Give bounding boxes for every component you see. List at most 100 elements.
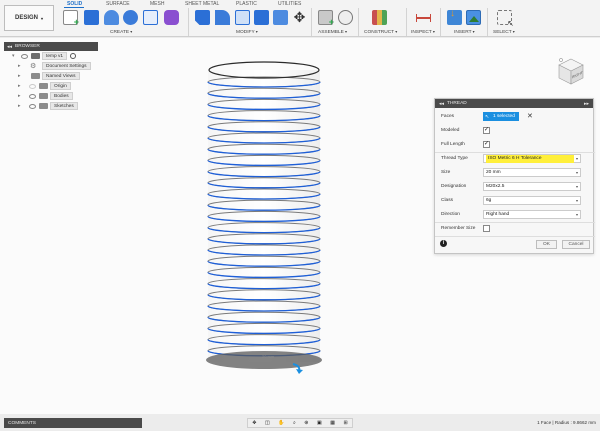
tree-item-label: Named Views: [42, 72, 80, 80]
offset-plane-icon[interactable]: [372, 10, 387, 25]
info-icon[interactable]: i: [440, 240, 447, 247]
pan-icon[interactable]: ✋: [278, 420, 284, 426]
sweep-icon[interactable]: [143, 10, 158, 25]
caret-down-icon[interactable]: ▾: [12, 53, 15, 59]
create-sketch-icon[interactable]: +: [63, 10, 79, 27]
insert-derive-icon[interactable]: ↓: [447, 8, 462, 25]
tree-item-origin[interactable]: ▸ Origin: [4, 81, 98, 91]
tab-mesh[interactable]: MESH: [150, 1, 164, 7]
faces-selection-button[interactable]: ↖ 1 selected: [483, 112, 519, 121]
faces-row: Faces ↖ 1 selected ✕: [435, 111, 595, 123]
activate-radio-icon[interactable]: [70, 53, 76, 59]
insert-group-label[interactable]: INSERT: [454, 29, 475, 35]
fillet-icon[interactable]: [215, 10, 230, 25]
chevron-down-icon: ▾: [575, 170, 578, 175]
thread-type-row: Thread Type ISO Metric 6 H Tolerance ▾: [435, 153, 595, 165]
viewports-icon[interactable]: ⊞: [344, 420, 348, 426]
fit-icon[interactable]: ⊕: [304, 420, 308, 426]
designation-row: Designation M20x2.5 ▾: [435, 181, 595, 193]
remember-size-checkbox[interactable]: [483, 225, 490, 232]
caret-right-icon[interactable]: ▸: [18, 103, 21, 109]
folder-icon: [39, 103, 48, 109]
new-component-icon[interactable]: +: [318, 10, 334, 27]
grid-settings-icon[interactable]: ▦: [330, 420, 335, 426]
orbit-icon[interactable]: ✥: [252, 420, 256, 426]
form-icon[interactable]: [164, 10, 179, 25]
folder-icon: [31, 73, 40, 79]
remember-size-row: Remember Size: [435, 223, 595, 235]
tree-item-sketches[interactable]: ▸ Sketches: [4, 101, 98, 111]
visibility-eye-icon[interactable]: [29, 93, 36, 99]
document-icon: [31, 53, 40, 59]
press-pull-icon[interactable]: [195, 10, 210, 25]
toolbar-divider: [440, 8, 441, 36]
tab-utilities[interactable]: UTILITIES: [278, 1, 301, 7]
full-length-checkbox[interactable]: ✓: [483, 141, 490, 148]
zoom-icon[interactable]: ⌕: [293, 420, 296, 426]
joint-icon[interactable]: [338, 10, 353, 25]
clear-selection-icon[interactable]: ✕: [527, 112, 533, 120]
viewcube[interactable]: RIGHT: [556, 56, 586, 86]
display-settings-icon[interactable]: ▣: [317, 420, 322, 426]
comments-panel[interactable]: COMMENTS: [4, 418, 142, 428]
scale-icon[interactable]: [273, 10, 288, 25]
modeled-row: Modeled ✓: [435, 125, 595, 137]
tab-plastic[interactable]: PLASTIC: [236, 1, 257, 7]
caret-right-icon[interactable]: ▸: [18, 93, 21, 99]
thread-dialog-header[interactable]: ◂◂ THREAD ▸▸: [435, 99, 593, 108]
measure-icon[interactable]: [416, 10, 431, 25]
hole-icon[interactable]: [123, 10, 138, 25]
designation-select[interactable]: M20x2.5 ▾: [483, 182, 581, 191]
thread-type-select[interactable]: ISO Metric 6 H Tolerance ▾: [483, 154, 581, 163]
extrude-icon[interactable]: [84, 10, 99, 25]
select-group-label[interactable]: SELECT: [493, 29, 515, 35]
insert-canvas-icon[interactable]: [466, 10, 481, 25]
caret-right-icon[interactable]: ▸: [18, 83, 21, 89]
collapse-icon[interactable]: ◂◂: [439, 101, 444, 107]
folder-icon: [39, 83, 48, 89]
radius-handle-arrow[interactable]: [296, 369, 303, 374]
tab-sheet-metal[interactable]: SHEET METAL: [185, 1, 219, 7]
active-tab-indicator: [64, 7, 84, 8]
visibility-eye-icon[interactable]: [21, 53, 28, 59]
direction-label: Direction: [441, 212, 460, 217]
size-select[interactable]: 20 mm ▾: [483, 168, 581, 177]
browser-header[interactable]: ◂◂ BROWSER: [4, 42, 98, 51]
visibility-eye-icon[interactable]: [29, 103, 36, 109]
select-icon[interactable]: ↖: [497, 10, 514, 28]
inspect-group-label[interactable]: INSPECT: [411, 29, 435, 35]
modeled-checkbox[interactable]: ✓: [483, 127, 490, 134]
visibility-eye-icon[interactable]: [29, 83, 36, 89]
expand-icon[interactable]: ▸▸: [584, 101, 589, 107]
move-icon[interactable]: ✥: [292, 10, 307, 25]
ok-button[interactable]: OK: [536, 240, 557, 249]
tree-item-bodies[interactable]: ▸ Bodies: [4, 91, 98, 101]
combine-icon[interactable]: [254, 10, 269, 25]
direction-select[interactable]: Right hand ▾: [483, 210, 581, 219]
chevron-down-icon: ▾: [575, 184, 578, 189]
caret-right-icon[interactable]: ▸: [18, 73, 21, 79]
cancel-button[interactable]: Cancel: [562, 240, 590, 249]
main-toolbar: DESIGN ▾ SOLID SURFACE MESH SHEET METAL …: [0, 0, 600, 37]
revolve-icon[interactable]: [104, 10, 119, 25]
caret-right-icon[interactable]: ▸: [18, 63, 21, 69]
class-value: 6g: [486, 198, 492, 203]
construct-group-label[interactable]: CONSTRUCT: [364, 29, 397, 35]
tree-root[interactable]: ▾ temp v1: [4, 51, 98, 61]
modify-group-label[interactable]: MODIFY: [236, 29, 258, 35]
shell-icon[interactable]: [235, 10, 250, 25]
toolbar-divider: [188, 8, 189, 36]
look-at-icon[interactable]: ◫: [265, 420, 270, 426]
collapse-icon[interactable]: ◂◂: [7, 44, 12, 50]
remember-size-label: Remember Size: [441, 226, 476, 231]
class-select[interactable]: 6g ▾: [483, 196, 581, 205]
tree-item-named-views[interactable]: ▸ Named Views: [4, 71, 98, 81]
tree-item-document-settings[interactable]: ▸ ⚙ Document Settings: [4, 61, 98, 71]
selection-dimension-label: 20 mm: [262, 354, 275, 359]
create-group-label[interactable]: CREATE: [110, 29, 132, 35]
workspace-design-button[interactable]: DESIGN ▾: [4, 5, 54, 31]
assemble-group-label[interactable]: ASSEMBLE: [318, 29, 347, 35]
status-text: 1 Face | Radius : 9.8662 mm: [537, 420, 596, 425]
threaded-rod-body[interactable]: [208, 70, 320, 362]
tab-surface[interactable]: SURFACE: [106, 1, 130, 7]
